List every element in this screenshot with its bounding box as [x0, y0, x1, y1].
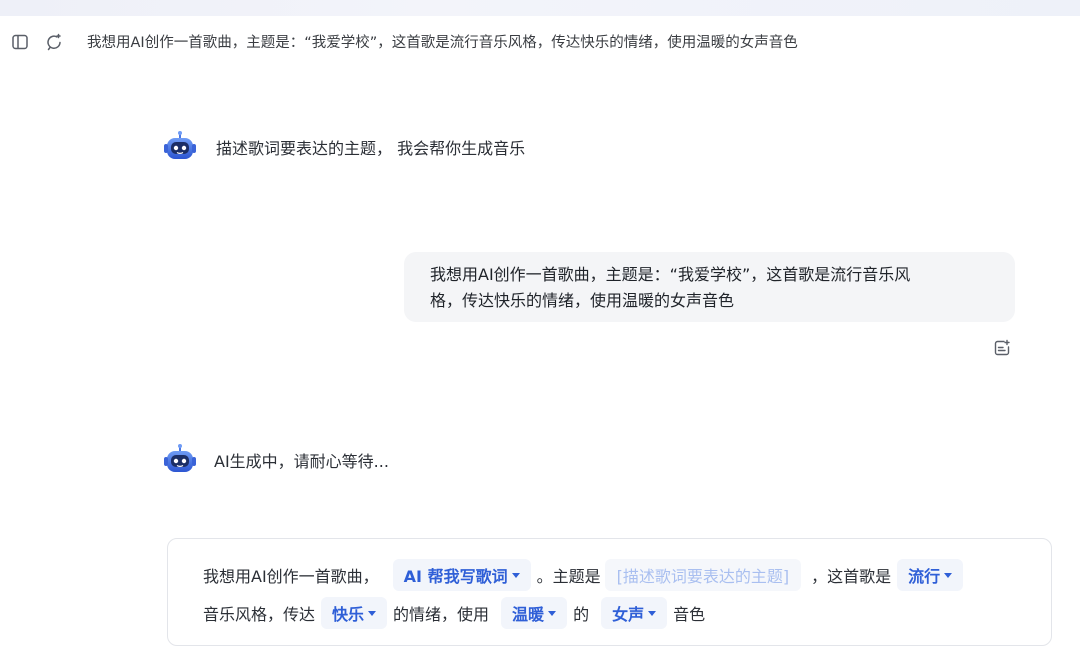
caret-down-icon: [368, 610, 377, 616]
prompt-text: 的: [573, 605, 590, 624]
new-chat-icon[interactable]: [42, 30, 66, 54]
prompt-template-card: 我想用AI创作一首歌曲， AI 帮我写歌词 。主题是 [描述歌词要表达的主题] …: [167, 538, 1052, 646]
prompt-text: 音乐风格，传达: [203, 605, 316, 624]
bot-status-text: AI生成中，请耐心等待...: [214, 452, 389, 471]
theme-input-slot[interactable]: [描述歌词要表达的主题]: [604, 559, 802, 591]
caret-down-icon: [511, 572, 520, 578]
prompt-text: 我想用AI创作一首歌曲，: [203, 567, 379, 586]
voice-tone-label: 温暖: [512, 605, 545, 624]
caret-down-icon: [944, 572, 953, 578]
caret-down-icon: [548, 610, 557, 616]
style-label: 流行: [908, 567, 941, 586]
edit-message-icon[interactable]: [991, 337, 1013, 359]
prompt-text: 。主题是: [536, 567, 601, 586]
prompt-text: 音色: [673, 605, 706, 624]
voice-tone-dropdown[interactable]: 温暖: [501, 597, 568, 629]
voice-label: 女声: [612, 605, 645, 624]
prompt-line-1: 我想用AI创作一首歌曲， AI 帮我写歌词 。主题是 [描述歌词要表达的主题] …: [203, 559, 964, 591]
lyrics-assist-dropdown[interactable]: AI 帮我写歌词: [392, 559, 531, 591]
top-gradient-bar: [0, 0, 1080, 16]
mood-dropdown[interactable]: 快乐: [321, 597, 388, 629]
bot-avatar-icon: [164, 444, 196, 472]
caret-down-icon: [648, 610, 657, 616]
bot-intro-text: 描述歌词要表达的主题， 我会帮你生成音乐: [216, 139, 526, 158]
conversation-header: 我想用AI创作一首歌曲，主题是：“我爱学校”，这首歌是流行音乐风格，传达快乐的情…: [0, 22, 1080, 62]
user-message-line-1: 我想用AI创作一首歌曲，主题是：“我爱学校”，这首歌是流行音乐风: [430, 265, 911, 284]
prompt-text: 的情绪，使用: [393, 605, 490, 624]
music-chat-page: 我想用AI创作一首歌曲，主题是：“我爱学校”，这首歌是流行音乐风格，传达快乐的情…: [0, 0, 1080, 662]
sidebar-toggle-icon[interactable]: [8, 30, 32, 54]
user-message-bubble: 我想用AI创作一首歌曲，主题是：“我爱学校”，这首歌是流行音乐风 格，传达快乐的…: [404, 252, 1015, 322]
voice-dropdown[interactable]: 女声: [601, 597, 668, 629]
user-message-line-2: 格，传达快乐的情绪，使用温暖的女声音色: [430, 291, 735, 310]
bot-avatar-icon: [164, 131, 196, 159]
bot-message-intro: 描述歌词要表达的主题， 我会帮你生成音乐: [163, 130, 525, 164]
lyrics-assist-label: AI 帮我写歌词: [403, 567, 508, 586]
conversation-title: 我想用AI创作一首歌曲，主题是：“我爱学校”，这首歌是流行音乐风格，传达快乐的情…: [87, 35, 798, 51]
prompt-text: ，这首歌是: [811, 567, 892, 586]
style-dropdown[interactable]: 流行: [897, 559, 964, 591]
mood-label: 快乐: [332, 605, 365, 624]
prompt-line-2: 音乐风格，传达 快乐 的情绪，使用 温暖 的 女声 音色: [203, 597, 705, 629]
bot-message-status: AI生成中，请耐心等待...: [163, 443, 389, 477]
